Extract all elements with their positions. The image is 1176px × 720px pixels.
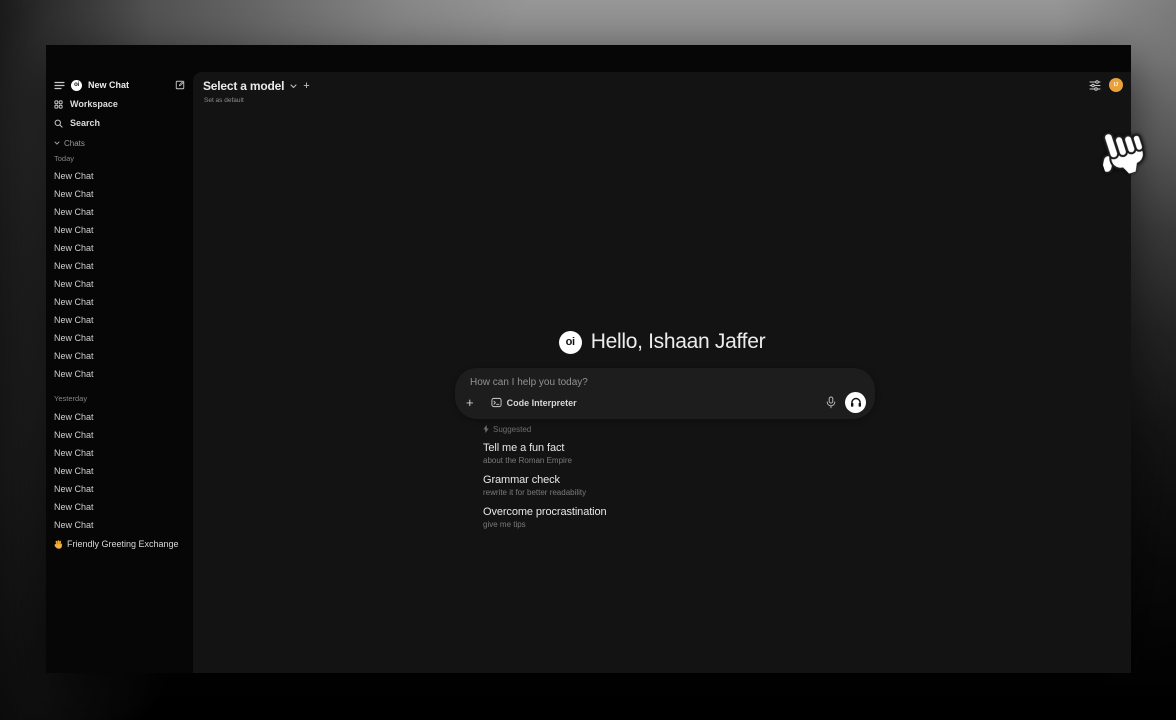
headphones-icon [850,397,862,408]
list-item[interactable]: New Chat [54,311,185,329]
suggested-label: Suggested [493,425,531,434]
header-actions: IJ [1089,78,1123,92]
main-panel: Select a model + Set as default IJ oi He… [193,72,1131,673]
suggestion-subtitle: about the Roman Empire [483,456,763,466]
code-interpreter-label: Code Interpreter [507,398,577,408]
list-item[interactable]: New Chat [54,203,185,221]
suggestion-item[interactable]: Grammar check rewrite it for better read… [483,474,763,498]
suggestion-title: Overcome procrastination [483,506,763,519]
sidebar-item-workspace[interactable]: Workspace [54,97,185,111]
user-avatar[interactable]: IJ [1109,78,1123,92]
chat-list-today: New Chat New Chat New Chat New Chat New … [54,167,185,383]
chat-group-label-yesterday: Yesterday [54,393,185,405]
list-item[interactable]: New Chat [54,498,185,516]
model-selector[interactable]: Select a model + [203,79,310,93]
sidebar-item-search[interactable]: Search [54,116,185,130]
list-item[interactable]: New Chat [54,347,185,365]
sidebar-toggle-icon[interactable] [54,81,65,90]
suggestion-title: Grammar check [483,474,763,487]
message-composer[interactable]: How can I help you today? + Code Interpr… [455,368,875,419]
search-label: Search [70,118,100,128]
chat-item-label: Friendly Greeting Exchange [67,539,179,549]
list-item[interactable]: New Chat [54,462,185,480]
list-item[interactable]: New Chat [54,480,185,498]
chats-label: Chats [64,139,85,148]
settings-sliders-icon[interactable] [1089,80,1101,91]
chevron-down-icon [290,84,297,89]
sidebar-header: oi New Chat [54,77,185,93]
suggestion-item[interactable]: Overcome procrastination give me tips [483,506,763,530]
greeting-text: Hello, Ishaan Jaffer [591,330,766,354]
chats-section-toggle[interactable]: Chats [54,137,185,149]
microphone-icon[interactable] [826,396,836,409]
list-item[interactable]: New Chat [54,221,185,239]
suggestion-subtitle: rewrite it for better readability [483,488,763,498]
list-item[interactable]: New Chat [54,329,185,347]
suggested-header: Suggested [483,424,763,434]
list-item[interactable]: New Chat [54,275,185,293]
chat-group-label-today: Today [54,153,185,165]
voice-call-button[interactable] [845,392,866,413]
list-item[interactable]: New Chat [54,167,185,185]
suggestion-item[interactable]: Tell me a fun fact about the Roman Empir… [483,442,763,466]
set-as-default-button[interactable]: Set as default [204,97,244,104]
add-model-button[interactable]: + [303,80,309,92]
message-input[interactable]: How can I help you today? [470,377,588,388]
app-logo: oi [559,331,582,354]
sidebar: oi New Chat Workspace Search Chats Today [46,45,193,673]
suggestion-title: Tell me a fun fact [483,442,763,455]
search-icon [54,119,63,128]
new-chat-icon[interactable] [175,80,185,90]
code-interpreter-icon [491,397,502,408]
workspace-label: Workspace [70,99,118,109]
code-interpreter-toggle[interactable]: Code Interpreter [491,397,577,408]
list-item[interactable]: New Chat [54,408,185,426]
list-item[interactable]: New Chat [54,426,185,444]
lightning-bolt-icon [483,425,489,433]
chevron-down-icon [54,141,60,145]
waving-hand-emoji [54,540,63,549]
suggestion-subtitle: give me tips [483,520,763,530]
sidebar-title: New Chat [88,80,169,90]
workspace-grid-icon [54,100,63,109]
list-item[interactable]: New Chat [54,365,185,383]
list-item[interactable]: New Chat [54,257,185,275]
model-selector-label: Select a model [203,79,284,93]
list-item[interactable]: New Chat [54,293,185,311]
chat-item-friendly-greeting[interactable]: Friendly Greeting Exchange [54,537,185,551]
list-item[interactable]: New Chat [54,516,185,534]
greeting: oi Hello, Ishaan Jaffer [193,330,1131,354]
chat-list-yesterday: New Chat New Chat New Chat New Chat New … [54,408,185,534]
composer-toolbar: + Code Interpreter [466,392,866,413]
list-item[interactable]: New Chat [54,444,185,462]
open-webui-window: oi New Chat Workspace Search Chats Today [46,45,1131,673]
suggested-section: Suggested Tell me a fun fact about the R… [483,424,763,530]
list-item[interactable]: New Chat [54,185,185,203]
app-logo: oi [71,80,82,91]
list-item[interactable]: New Chat [54,239,185,257]
attach-button[interactable]: + [466,397,474,409]
